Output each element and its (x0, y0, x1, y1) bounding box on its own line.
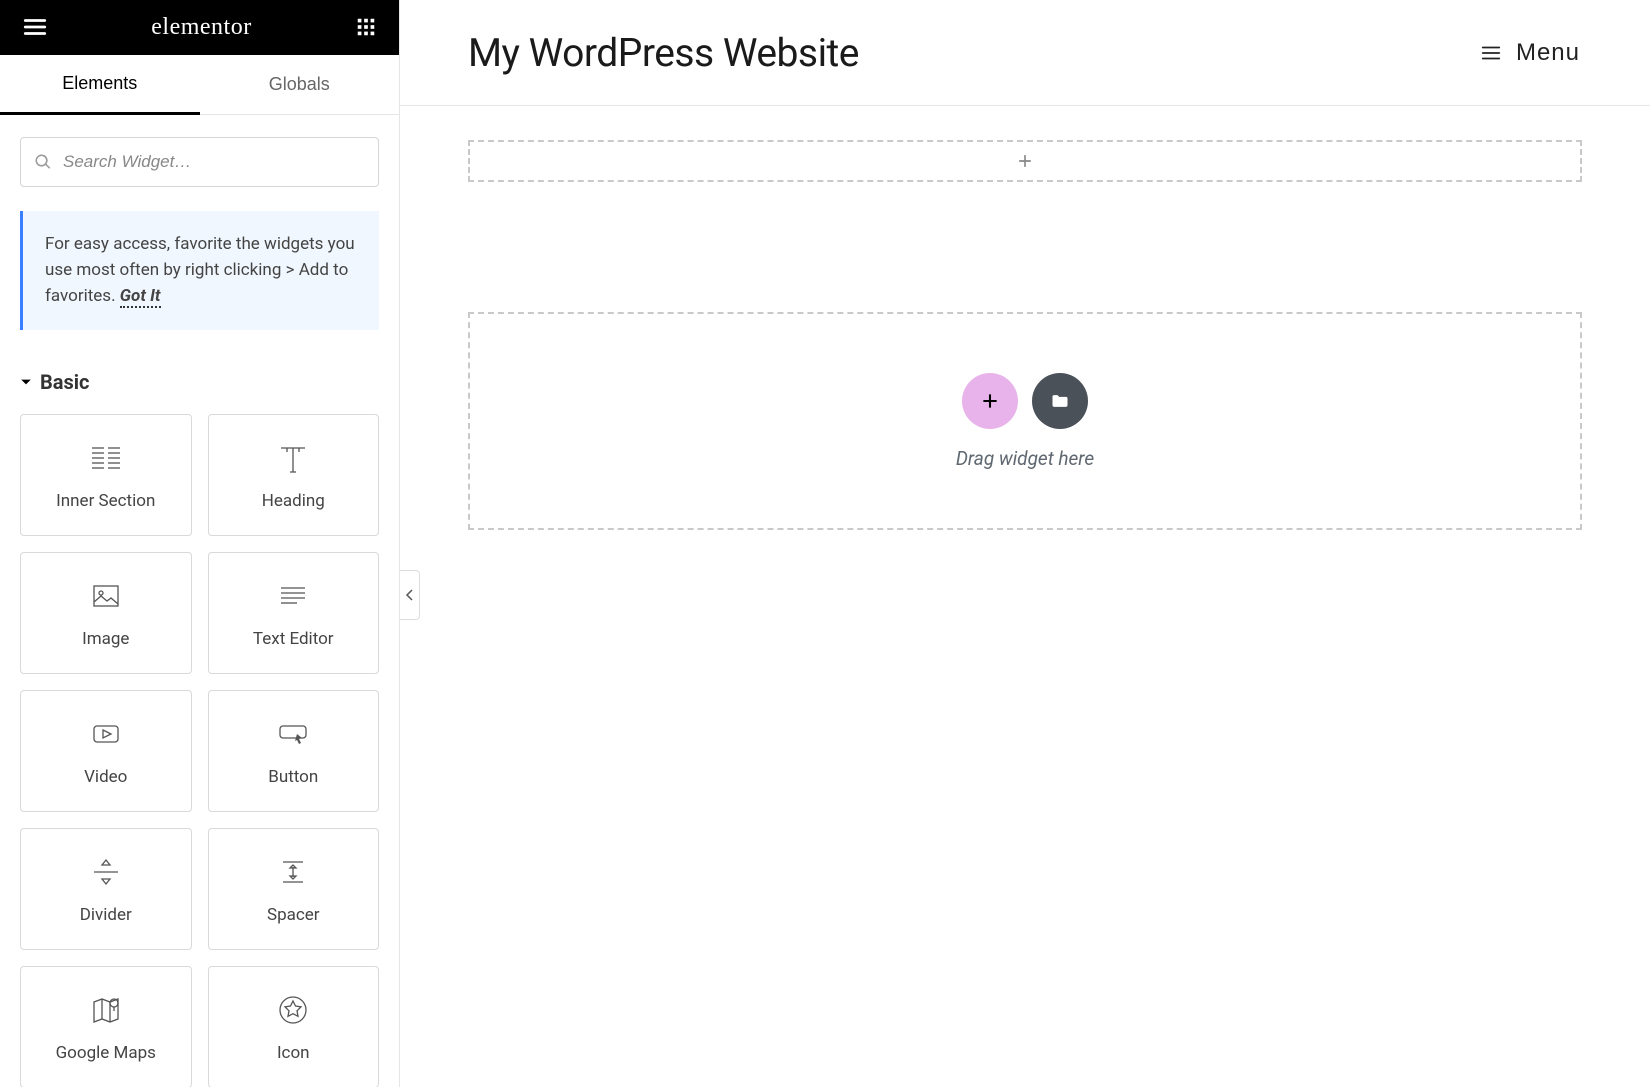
widget-label: Image (82, 629, 129, 649)
widget-spacer[interactable]: Spacer (208, 828, 380, 950)
site-menu-button[interactable]: Menu (1480, 39, 1580, 67)
search-input[interactable] (20, 137, 379, 187)
widget-google-maps[interactable]: Google Maps (20, 966, 192, 1087)
apps-grid-button[interactable] (351, 12, 381, 42)
video-icon (86, 715, 126, 753)
widget-label: Video (84, 767, 127, 787)
search-wrap (20, 137, 379, 187)
google-maps-icon (86, 991, 126, 1029)
widget-label: Google Maps (56, 1043, 156, 1063)
tip-gotit-link[interactable]: Got It (120, 286, 161, 308)
widget-grid: Inner Section Heading Image (20, 414, 379, 1087)
page-title: My WordPress Website (468, 30, 859, 76)
heading-icon (273, 439, 313, 477)
favorites-tip: For easy access, favorite the widgets yo… (20, 211, 379, 330)
button-icon (273, 715, 313, 753)
brand-logo: elementor (151, 14, 251, 41)
drop-zone-label: Drag widget here (956, 447, 1094, 470)
site-topbar: My WordPress Website Menu (400, 0, 1650, 106)
add-section-top[interactable] (468, 140, 1582, 182)
elementor-panel: elementor Elements Globals For easy acce… (0, 0, 400, 1087)
widget-label: Spacer (267, 905, 320, 925)
hamburger-icon (22, 14, 48, 40)
hamburger-icon (1480, 42, 1502, 64)
apps-grid-icon (355, 16, 377, 38)
folder-icon (1050, 391, 1070, 411)
widget-divider[interactable]: Divider (20, 828, 192, 950)
panel-header: elementor (0, 0, 399, 55)
tab-globals[interactable]: Globals (200, 55, 400, 114)
plus-icon (1015, 151, 1035, 171)
category-basic-toggle[interactable]: Basic (20, 370, 379, 394)
widget-label: Divider (80, 905, 132, 925)
image-icon (86, 577, 126, 615)
spacer-icon (273, 853, 313, 891)
text-editor-icon (273, 577, 313, 615)
widget-icon[interactable]: Icon (208, 966, 380, 1087)
drop-zone-buttons (962, 373, 1088, 429)
panel-body: For easy access, favorite the widgets yo… (0, 115, 399, 1087)
tip-text: For easy access, favorite the widgets yo… (45, 234, 355, 307)
category-label: Basic (40, 370, 89, 394)
widget-button[interactable]: Button (208, 690, 380, 812)
widget-heading[interactable]: Heading (208, 414, 380, 536)
widget-label: Icon (277, 1043, 310, 1063)
caret-down-icon (20, 376, 32, 388)
drop-zone[interactable]: Drag widget here (468, 312, 1582, 530)
search-icon (34, 153, 52, 171)
widget-label: Inner Section (56, 491, 155, 511)
widget-label: Heading (262, 491, 325, 511)
widget-image[interactable]: Image (20, 552, 192, 674)
editor-canvas-wrap: My WordPress Website Menu Drag (400, 0, 1650, 1087)
widget-label: Button (268, 767, 318, 787)
plus-icon (980, 391, 1000, 411)
divider-icon (86, 853, 126, 891)
editor-canvas: Drag widget here (400, 106, 1650, 1087)
widget-label: Text Editor (253, 629, 334, 649)
widget-text-editor[interactable]: Text Editor (208, 552, 380, 674)
menu-label: Menu (1516, 39, 1580, 67)
add-template-button[interactable] (1032, 373, 1088, 429)
icon-icon (273, 991, 313, 1029)
hamburger-menu-button[interactable] (18, 10, 52, 44)
widget-inner-section[interactable]: Inner Section (20, 414, 192, 536)
add-section-button[interactable] (962, 373, 1018, 429)
inner-section-icon (86, 439, 126, 477)
panel-tabs: Elements Globals (0, 55, 399, 115)
widget-video[interactable]: Video (20, 690, 192, 812)
tab-elements[interactable]: Elements (0, 55, 200, 115)
